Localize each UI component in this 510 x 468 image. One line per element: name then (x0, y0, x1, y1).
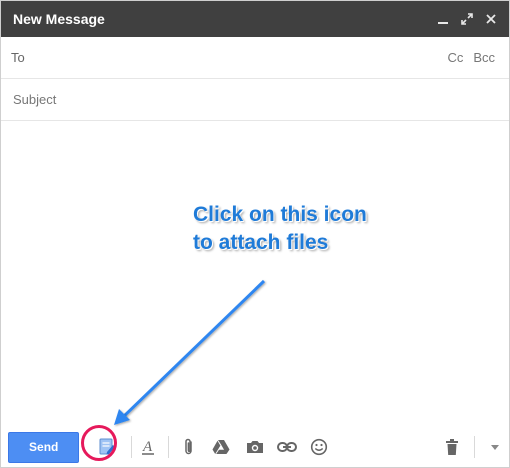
bcc-link[interactable]: Bcc (473, 50, 495, 65)
subject-row (1, 79, 509, 121)
to-field[interactable] (32, 42, 438, 73)
insert-link-icon[interactable] (273, 433, 301, 461)
cc-link[interactable]: Cc (447, 50, 463, 65)
annotation-line-1: Click on this icon (193, 203, 367, 226)
insert-photo-icon[interactable] (241, 433, 269, 461)
compose-toolbar: Send A (1, 427, 509, 467)
subject-field[interactable] (11, 84, 509, 115)
to-label: To (11, 50, 25, 65)
attach-files-icon[interactable] (175, 433, 203, 461)
compose-titlebar[interactable]: New Message (1, 1, 509, 37)
toolbar-separator (167, 436, 169, 458)
annotation-callout: Click on this icon to attach files (193, 201, 367, 257)
compose-window: New Message To Cc Bcc Subject Click on t… (0, 0, 510, 468)
expand-icon[interactable] (455, 7, 479, 31)
window-controls (431, 7, 503, 31)
window-title: New Message (13, 11, 105, 27)
svg-text:A: A (142, 439, 153, 455)
toolbar-separator (131, 436, 133, 458)
minimize-icon[interactable] (431, 7, 455, 31)
close-icon[interactable] (479, 7, 503, 31)
toolbar-separator (474, 436, 476, 458)
google-drive-icon[interactable] (208, 433, 236, 461)
attach-note-icon[interactable] (93, 433, 121, 461)
annotation-line-2: to attach files (193, 231, 329, 254)
text-formatting-icon[interactable]: A (134, 433, 162, 461)
more-options-icon[interactable] (481, 433, 509, 461)
insert-emoji-icon[interactable] (305, 433, 333, 461)
discard-draft-icon[interactable] (439, 433, 467, 461)
message-body[interactable] (1, 121, 509, 421)
to-row: To Cc Bcc (1, 37, 509, 79)
cc-bcc-links: Cc Bcc (437, 50, 495, 65)
send-button[interactable]: Send (8, 431, 80, 463)
